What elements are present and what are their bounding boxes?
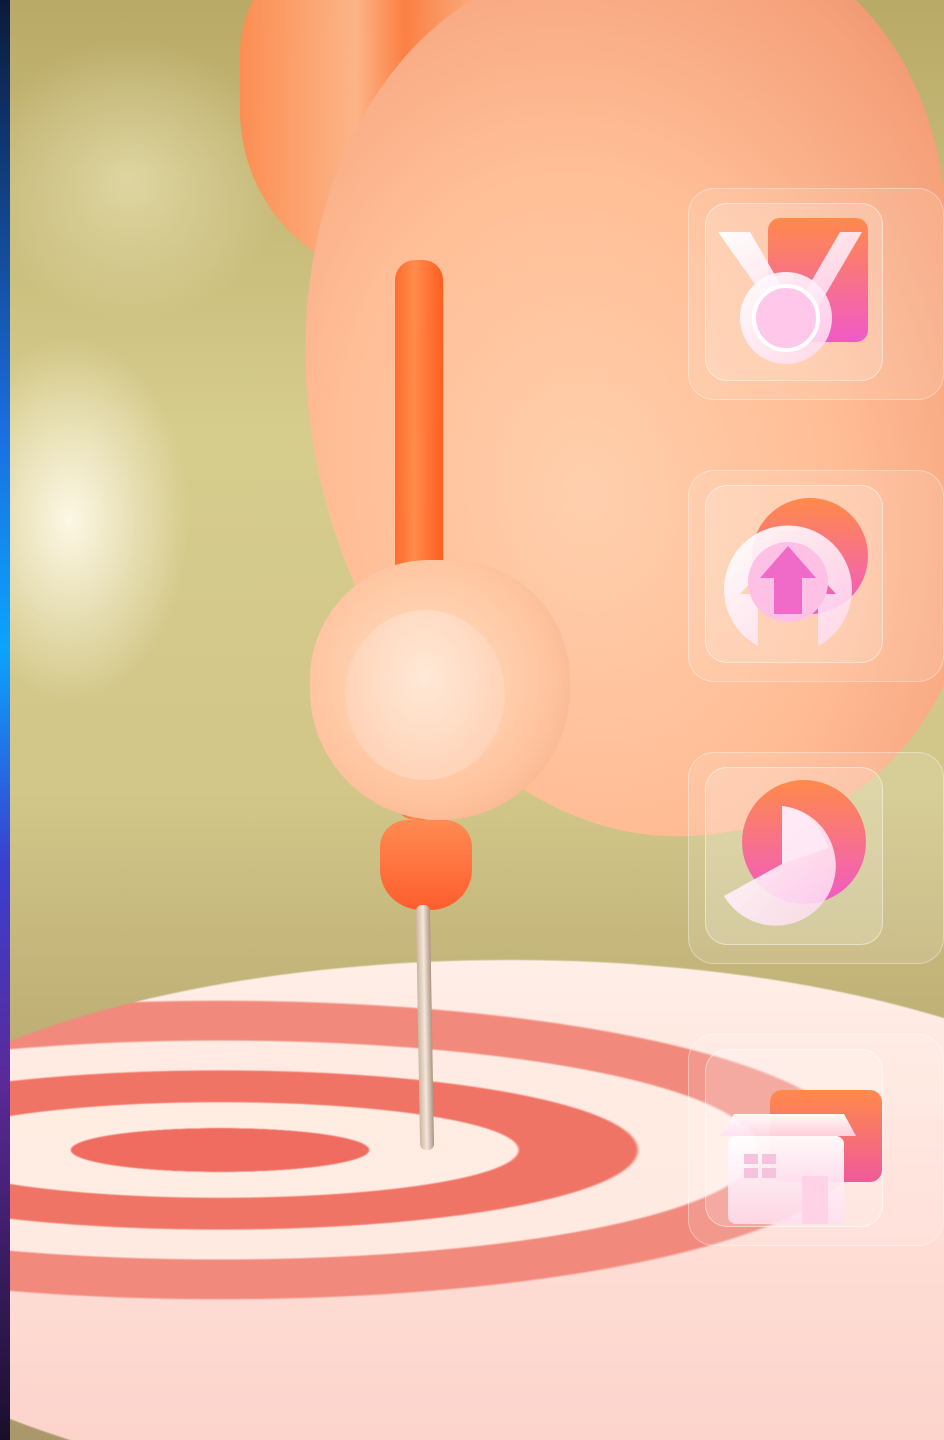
- dart-tip-holder: [380, 820, 472, 910]
- icon-card-pie-chart[interactable]: [688, 752, 944, 964]
- icon-card-medal[interactable]: [688, 188, 944, 400]
- pie-chart-icon: [724, 780, 866, 926]
- icon-tile: [705, 203, 883, 381]
- icon-tile: [705, 485, 883, 663]
- store-icon: [720, 1090, 882, 1224]
- icon-card-store[interactable]: [688, 1034, 944, 1246]
- thumbnail: [345, 610, 505, 780]
- icon-card-column: [688, 0, 944, 1440]
- dart-needle: [415, 904, 435, 1151]
- icon-card-upload[interactable]: [688, 470, 944, 682]
- upload-arrow-icon: [724, 498, 868, 646]
- icon-tile: [705, 1049, 883, 1227]
- left-edge-strip: [0, 0, 10, 1440]
- icon-tile: [705, 767, 883, 945]
- medal-icon: [718, 218, 868, 364]
